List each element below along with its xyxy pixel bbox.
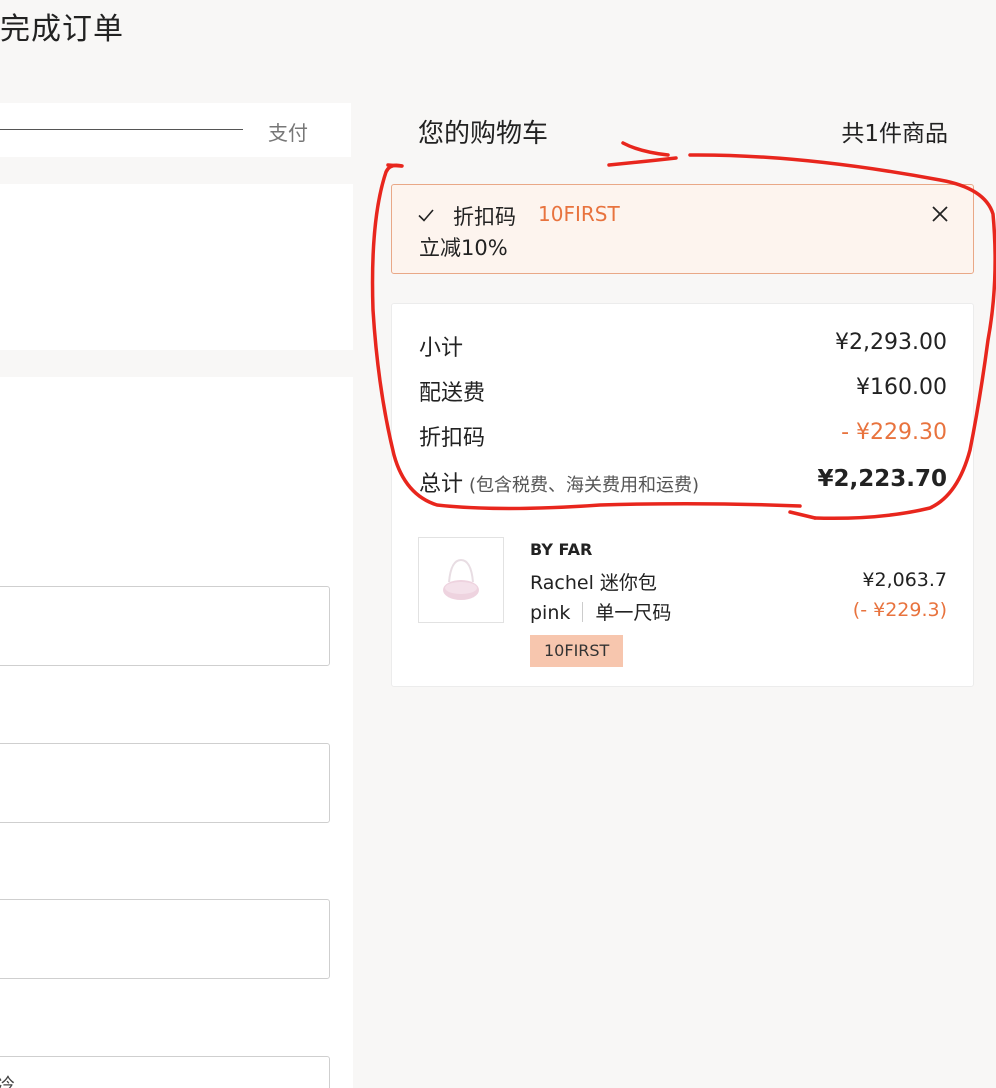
product-variant: pink 单一尺码 bbox=[530, 598, 671, 625]
form-field-2[interactable] bbox=[0, 743, 330, 823]
product-price: ¥2,063.7 bbox=[862, 569, 947, 591]
form-field-4-text: 冷 bbox=[0, 1075, 15, 1088]
bag-icon bbox=[443, 558, 479, 600]
cart-title: 您的购物车 bbox=[418, 119, 549, 149]
subtotal-row: 小计 ¥2,293.00 bbox=[419, 330, 947, 361]
subtotal-value: ¥2,293.00 bbox=[835, 330, 947, 355]
discount-row: 折扣码 - ¥229.30 bbox=[419, 420, 947, 451]
coupon-description: 立减10% bbox=[419, 236, 508, 260]
shipping-row: 配送费 ¥160.00 bbox=[419, 375, 947, 406]
cart-item-count: 共1件商品 bbox=[841, 121, 948, 147]
step-progress-line bbox=[0, 129, 243, 130]
promo-tag: 10FIRST bbox=[530, 635, 624, 667]
product-brand: BY FAR bbox=[530, 540, 593, 559]
form-field-1[interactable] bbox=[0, 586, 330, 666]
product-discount: (- ¥229.3) bbox=[852, 599, 947, 621]
product-size: 单一尺码 bbox=[595, 602, 672, 624]
close-icon[interactable] bbox=[931, 205, 949, 223]
variant-divider bbox=[582, 602, 584, 622]
total-label-group: 总计 (包含税费、海关费用和运费) bbox=[419, 466, 699, 498]
coupon-label: 折扣码 bbox=[453, 205, 516, 229]
checkout-page: 完成订单 支付 冷 您的购物车 共1件商品 折扣码 10FIRST 立减10% … bbox=[0, 0, 996, 1088]
address-form-panel: 冷 bbox=[0, 377, 353, 1088]
total-row: 总计 (包含税费、海关费用和运费) ¥2,223.70 bbox=[419, 466, 948, 498]
form-field-3[interactable] bbox=[0, 899, 330, 979]
product-color: pink bbox=[530, 602, 571, 624]
order-summary: 小计 ¥2,293.00 配送费 ¥160.00 折扣码 - ¥229.30 总… bbox=[391, 303, 974, 687]
total-note: (包含税费、海关费用和运费) bbox=[469, 475, 700, 496]
discount-value: - ¥229.30 bbox=[841, 420, 947, 445]
form-field-4[interactable]: 冷 bbox=[0, 1056, 330, 1088]
product-name[interactable]: Rachel 迷你包 bbox=[530, 568, 657, 595]
shipping-label: 配送费 bbox=[419, 381, 486, 406]
coupon-code: 10FIRST bbox=[538, 202, 620, 226]
total-value: ¥2,223.70 bbox=[817, 466, 948, 492]
applied-coupon: 折扣码 10FIRST 立减10% bbox=[391, 184, 974, 274]
page-title: 完成订单 bbox=[0, 12, 124, 47]
checkout-steps: 支付 bbox=[0, 103, 351, 157]
shipping-panel bbox=[0, 184, 353, 350]
shipping-value: ¥160.00 bbox=[856, 375, 947, 400]
product-image[interactable] bbox=[418, 537, 504, 623]
discount-label: 折扣码 bbox=[419, 426, 486, 451]
total-label: 总计 bbox=[419, 472, 464, 497]
subtotal-label: 小计 bbox=[419, 336, 464, 361]
step-payment[interactable]: 支付 bbox=[268, 117, 308, 146]
check-icon bbox=[418, 209, 434, 222]
